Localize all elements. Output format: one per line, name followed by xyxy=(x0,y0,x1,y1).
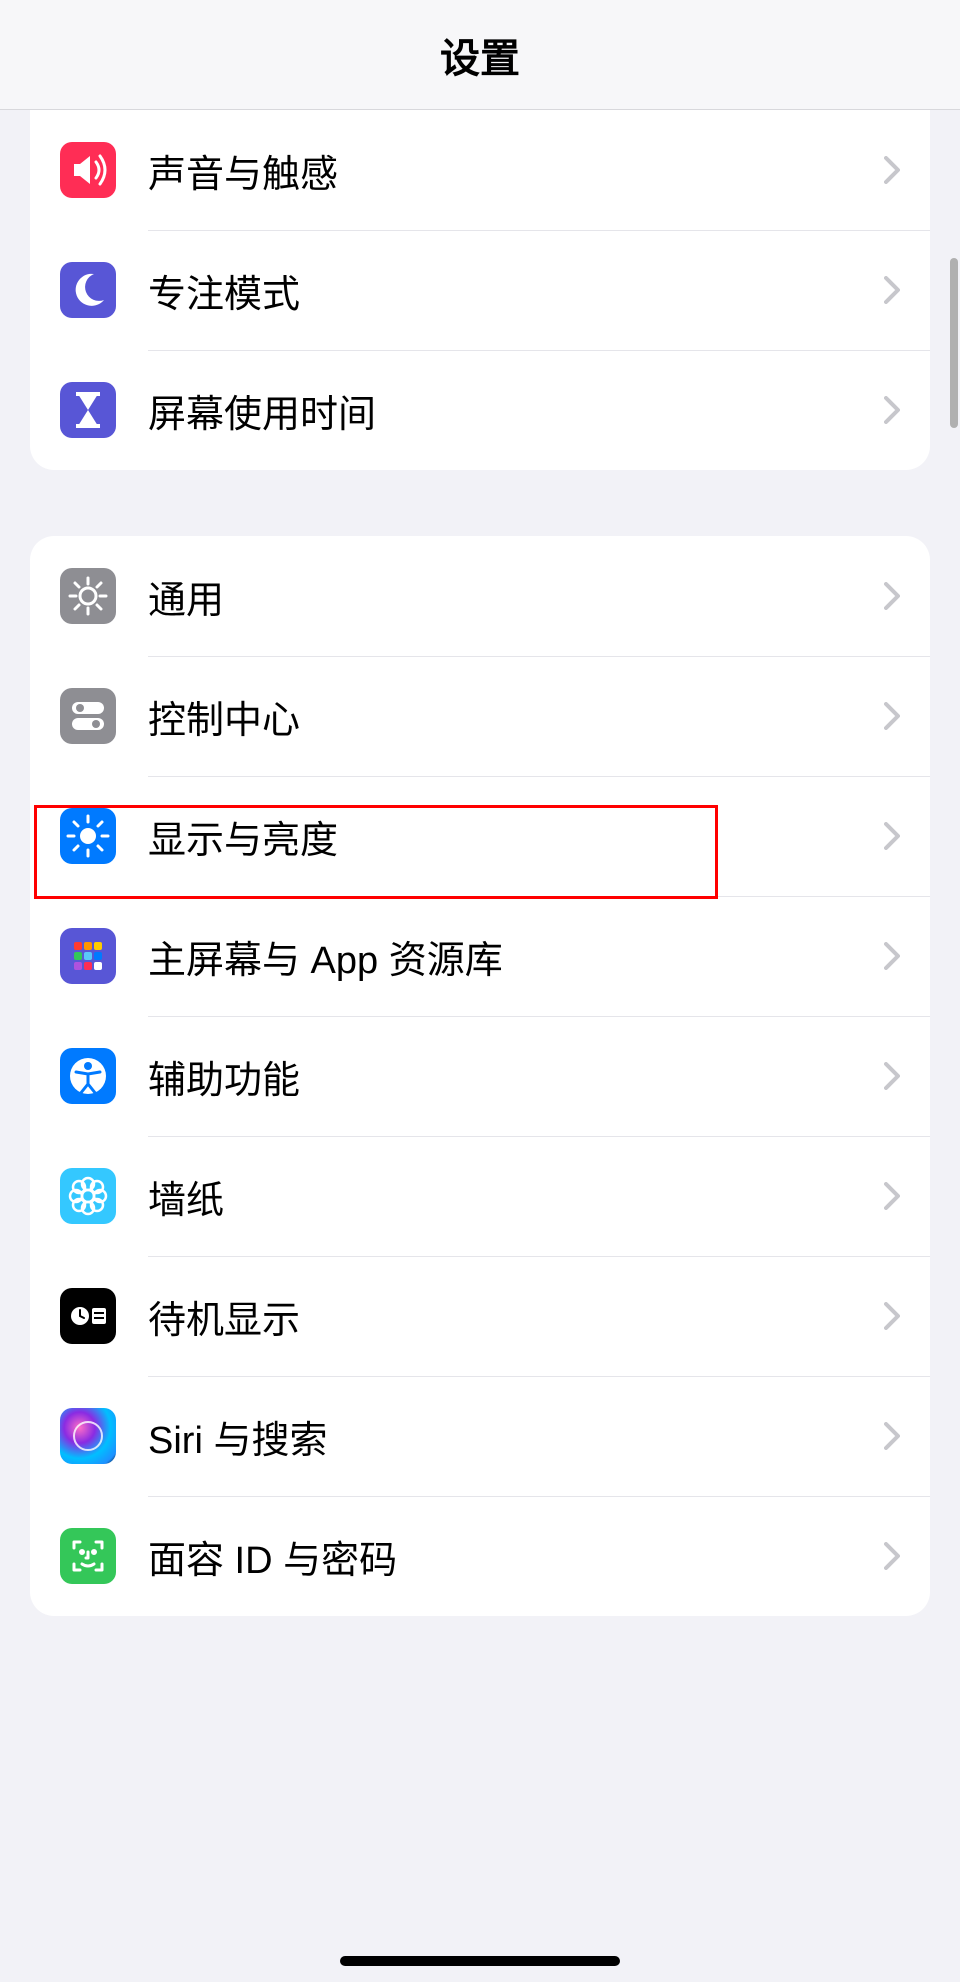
faceid-icon xyxy=(60,1528,116,1584)
row-label: 待机显示 xyxy=(148,1289,884,1344)
row-label: 主屏幕与 App 资源库 xyxy=(148,929,884,984)
settings-content: 声音与触感专注模式屏幕使用时间 通用控制中心显示与亮度主屏幕与 App 资源库辅… xyxy=(0,110,960,1616)
chevron-right-icon xyxy=(884,156,900,184)
settings-row-switches[interactable]: 控制中心 xyxy=(30,656,930,776)
settings-row-siri[interactable]: Siri 与搜索 xyxy=(30,1376,930,1496)
row-label: 控制中心 xyxy=(148,689,884,744)
home-indicator[interactable] xyxy=(340,1956,620,1966)
annotation-arrow xyxy=(0,1682,960,1982)
row-label: 墙纸 xyxy=(148,1169,884,1224)
chevron-right-icon xyxy=(884,1062,900,1090)
row-label: Siri 与搜索 xyxy=(148,1409,884,1464)
settings-row-grid[interactable]: 主屏幕与 App 资源库 xyxy=(30,896,930,1016)
chevron-right-icon xyxy=(884,396,900,424)
sound-icon xyxy=(60,142,116,198)
row-label: 辅助功能 xyxy=(148,1049,884,1104)
row-label: 面容 ID 与密码 xyxy=(148,1529,884,1584)
settings-row-sun[interactable]: 显示与亮度 xyxy=(30,776,930,896)
settings-row-hourglass[interactable]: 屏幕使用时间 xyxy=(30,350,930,470)
scrollbar-thumb[interactable] xyxy=(950,258,958,428)
settings-group-2: 通用控制中心显示与亮度主屏幕与 App 资源库辅助功能墙纸待机显示 Siri 与搜… xyxy=(30,536,930,1616)
row-label: 声音与触感 xyxy=(148,143,884,198)
settings-row-gear[interactable]: 通用 xyxy=(30,536,930,656)
flower-icon xyxy=(60,1168,116,1224)
hourglass-icon xyxy=(60,382,116,438)
row-label: 专注模式 xyxy=(148,263,884,318)
settings-row-sound[interactable]: 声音与触感 xyxy=(30,110,930,230)
row-label: 显示与亮度 xyxy=(148,809,884,864)
switches-icon xyxy=(60,688,116,744)
settings-row-faceid[interactable]: 面容 ID 与密码 xyxy=(30,1496,930,1616)
settings-group-1: 声音与触感专注模式屏幕使用时间 xyxy=(30,110,930,470)
grid-icon xyxy=(60,928,116,984)
settings-row-moon[interactable]: 专注模式 xyxy=(30,230,930,350)
chevron-right-icon xyxy=(884,702,900,730)
header-bar: 设置 xyxy=(0,0,960,110)
page-title: 设置 xyxy=(440,26,520,84)
chevron-right-icon xyxy=(884,942,900,970)
settings-row-standby[interactable]: 待机显示 xyxy=(30,1256,930,1376)
standby-icon xyxy=(60,1288,116,1344)
siri-icon xyxy=(60,1408,116,1464)
chevron-right-icon xyxy=(884,1302,900,1330)
chevron-right-icon xyxy=(884,1182,900,1210)
row-label: 通用 xyxy=(148,569,884,624)
settings-row-accessibility[interactable]: 辅助功能 xyxy=(30,1016,930,1136)
chevron-right-icon xyxy=(884,1542,900,1570)
chevron-right-icon xyxy=(884,1422,900,1450)
moon-icon xyxy=(60,262,116,318)
row-label: 屏幕使用时间 xyxy=(148,383,884,438)
accessibility-icon xyxy=(60,1048,116,1104)
chevron-right-icon xyxy=(884,582,900,610)
gear-icon xyxy=(60,568,116,624)
settings-row-flower[interactable]: 墙纸 xyxy=(30,1136,930,1256)
chevron-right-icon xyxy=(884,276,900,304)
chevron-right-icon xyxy=(884,822,900,850)
sun-icon xyxy=(60,808,116,864)
